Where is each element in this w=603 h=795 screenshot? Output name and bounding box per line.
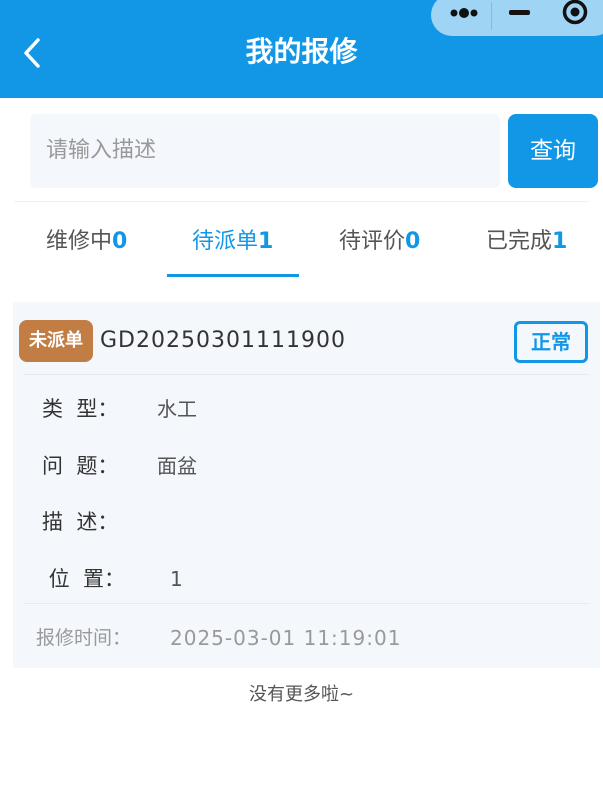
- priority-tag: 正常: [514, 321, 588, 363]
- tab-completed[interactable]: 已完成1: [486, 222, 567, 262]
- order-number: GD20250301111900: [100, 328, 346, 353]
- tab-label: 维修中: [46, 229, 113, 254]
- tab-pending-dispatch[interactable]: 待派单1: [192, 222, 273, 262]
- tab-label: 待评价: [339, 229, 406, 254]
- order-status-badge: 未派单: [19, 320, 93, 362]
- search-input[interactable]: 请输入描述: [30, 114, 500, 188]
- tab-pending-review[interactable]: 待评价0: [339, 222, 420, 262]
- active-tab-indicator: [167, 274, 299, 277]
- card-divider: [23, 374, 589, 375]
- tab-count: 0: [405, 229, 421, 254]
- no-more-text: 没有更多啦~: [248, 684, 355, 705]
- close-target-icon[interactable]: [544, 0, 603, 36]
- report-time-value: 2025-03-01 11:19:01: [170, 626, 402, 650]
- search-button[interactable]: 查询: [508, 114, 598, 188]
- divider: [14, 201, 589, 202]
- order-card[interactable]: 未派单 GD20250301111900 正常 类 型： 水工 问 题： 面盆 …: [13, 302, 600, 668]
- more-dots-icon[interactable]: [431, 0, 491, 36]
- field-value-type: 水工: [157, 397, 197, 421]
- page-title: 我的报修: [245, 35, 358, 68]
- card-divider: [23, 603, 589, 604]
- tab-repairing[interactable]: 维修中0: [46, 222, 127, 262]
- tab-count: 1: [552, 229, 568, 254]
- field-label-problem: 问 题：: [42, 454, 119, 478]
- minimize-icon[interactable]: [492, 0, 552, 36]
- field-label-type: 类 型：: [42, 397, 119, 421]
- field-value-problem: 面盆: [157, 454, 197, 478]
- field-label-description: 描 述：: [42, 510, 119, 534]
- tab-label: 待派单: [192, 229, 259, 254]
- report-time-label: 报修时间：: [36, 627, 132, 649]
- tab-count: 1: [258, 229, 274, 254]
- field-value-location: 1: [170, 567, 183, 591]
- tab-label: 已完成: [486, 229, 553, 254]
- field-label-location: 位 置：: [42, 567, 126, 591]
- mini-program-capsule: [431, 0, 603, 36]
- tab-count: 0: [112, 229, 128, 254]
- nav-bar: 我的报修: [0, 0, 603, 98]
